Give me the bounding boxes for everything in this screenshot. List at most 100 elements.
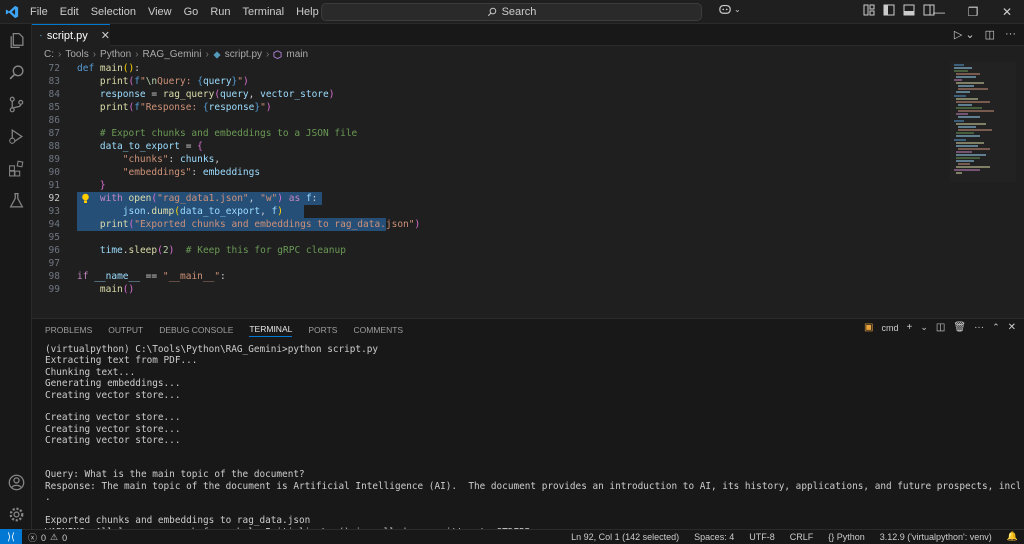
menu-bar: File Edit Selection View Go Run Terminal…: [24, 0, 325, 24]
chevron-down-icon[interactable]: ⌄: [920, 322, 928, 333]
code-text: print(f"\nQuery: {query}"): [99, 76, 249, 87]
tab-ports[interactable]: PORTS: [308, 325, 337, 335]
close-icon[interactable]: ✕: [101, 29, 110, 42]
code-text: json.dump(data_to_export, f): [122, 206, 284, 217]
code-line: 89 "chunks": chunks,: [32, 153, 950, 166]
toggle-primary-sidebar-icon[interactable]: [882, 3, 896, 17]
menu-selection[interactable]: Selection: [85, 6, 142, 18]
close-window-button[interactable]: ✕: [990, 0, 1024, 24]
breadcrumb-tools[interactable]: Tools: [65, 49, 88, 60]
breadcrumb-file[interactable]: script.py: [225, 49, 262, 60]
testing-icon[interactable]: [0, 186, 32, 214]
chevron-right-icon: ›: [266, 49, 270, 60]
code-text: main(): [99, 284, 135, 295]
code-line: 87 # Export chunks and embeddings to a J…: [32, 127, 950, 140]
end-of-line[interactable]: CRLF: [790, 532, 814, 542]
code-editor[interactable]: 72 def main(): 83 print(f"\nQuery: {query…: [32, 62, 950, 314]
split-terminal-icon[interactable]: ◫: [936, 322, 945, 333]
bottom-panel: PROBLEMS OUTPUT DEBUG CONSOLE TERMINAL P…: [32, 318, 1024, 538]
error-icon: ⓧ: [28, 533, 38, 543]
line-number: 72: [48, 63, 60, 74]
tab-script-py[interactable]: script.py ✕: [32, 24, 110, 46]
breadcrumb-rag-gemini[interactable]: RAG_Gemini: [143, 49, 202, 60]
chevron-up-icon[interactable]: ⌃: [992, 322, 1000, 333]
line-number: 87: [48, 128, 60, 139]
search-sidebar-icon[interactable]: [0, 58, 32, 86]
title-bar: File Edit Selection View Go Run Terminal…: [0, 0, 1024, 24]
line-number: 93: [48, 206, 60, 217]
breadcrumb: C: › Tools › Python › RAG_Gemini › scrip…: [44, 47, 308, 62]
code-line: 97: [32, 257, 950, 270]
menu-terminal[interactable]: Terminal: [237, 6, 291, 18]
tab-debug-console[interactable]: DEBUG CONSOLE: [159, 325, 233, 335]
code-line: 72 def main():: [32, 62, 950, 75]
error-count[interactable]: 0: [41, 533, 46, 543]
python-file-icon: [213, 50, 221, 59]
run-python-file-icon[interactable]: ▷ ⌄: [954, 28, 975, 41]
editor-scrollbar[interactable]: [1016, 62, 1024, 314]
line-number: 91: [48, 180, 60, 191]
accounts-icon[interactable]: [0, 468, 32, 496]
activity-bar: [0, 24, 32, 529]
new-terminal-icon[interactable]: +: [907, 322, 913, 333]
line-number: 92: [48, 193, 60, 204]
restore-button[interactable]: ❐: [956, 0, 990, 24]
manage-gear-icon[interactable]: [0, 500, 32, 528]
code-text: response = rag_query(query, vector_store…: [99, 89, 335, 100]
terminal-output[interactable]: (virtualpython) C:\Tools\Python\RAG_Gemi…: [45, 344, 1020, 538]
tab-comments[interactable]: COMMENTS: [353, 325, 403, 335]
command-center-search[interactable]: Search: [321, 3, 702, 21]
minimize-button[interactable]: —: [922, 0, 956, 24]
status-bar: ⟩⟨ ⓧ 0 ⚠ 0 Ln 92, Col 1 (142 selected) S…: [0, 529, 1024, 544]
notifications-bell-icon[interactable]: 🔔: [1007, 531, 1018, 542]
code-text: "embeddings": embeddings: [122, 167, 261, 178]
toggle-panel-icon[interactable]: [902, 3, 916, 17]
more-actions-icon[interactable]: ···: [1005, 28, 1016, 41]
customize-layout-icon[interactable]: [862, 3, 876, 17]
copilot-icon: [719, 4, 731, 14]
menu-help[interactable]: Help: [290, 6, 325, 18]
shell-label[interactable]: cmd: [882, 323, 899, 333]
indentation[interactable]: Spaces: 4: [694, 532, 734, 542]
tab-terminal[interactable]: TERMINAL: [249, 324, 293, 337]
line-number: 99: [48, 284, 60, 295]
source-control-icon[interactable]: [0, 90, 32, 118]
breadcrumb-python[interactable]: Python: [100, 49, 131, 60]
copilot-button[interactable]: ⌄: [718, 3, 741, 15]
menu-go[interactable]: Go: [178, 6, 205, 18]
line-number: 85: [48, 102, 60, 113]
warning-icon: ⚠: [50, 532, 59, 542]
code-line: 99 main(): [32, 283, 950, 296]
split-editor-icon[interactable]: ◫: [985, 28, 995, 41]
language-mode[interactable]: {} Python: [828, 532, 865, 542]
line-number: 95: [48, 232, 60, 243]
close-panel-icon[interactable]: ✕: [1008, 322, 1016, 333]
explorer-icon[interactable]: [0, 26, 32, 54]
panel-actions: ▣ cmd + ⌄ ◫ 🗑 ··· ⌃ ✕: [864, 322, 1016, 333]
extensions-icon[interactable]: [0, 154, 32, 182]
menu-edit[interactable]: Edit: [54, 6, 85, 18]
more-actions-icon[interactable]: ···: [974, 322, 984, 333]
tab-output[interactable]: OUTPUT: [108, 325, 143, 335]
tab-problems[interactable]: PROBLEMS: [45, 325, 92, 335]
function-symbol-icon: [273, 50, 282, 59]
run-and-debug-icon[interactable]: [0, 122, 32, 150]
python-interpreter[interactable]: 3.12.9 ('virtualpython': venv): [880, 532, 992, 542]
warning-count[interactable]: 0: [62, 533, 67, 543]
trash-icon[interactable]: 🗑: [953, 322, 966, 333]
breadcrumb-drive[interactable]: C:: [44, 49, 54, 60]
cursor-position[interactable]: Ln 92, Col 1 (142 selected): [571, 532, 679, 542]
vscode-logo-icon: [0, 0, 24, 24]
chevron-right-icon: ›: [135, 49, 139, 60]
editor-tabs: script.py ✕ ▷ ⌄ ◫ ···: [32, 24, 1024, 46]
code-text: time.sleep(2) # Keep this for gRPC clean…: [99, 245, 346, 256]
menu-run[interactable]: Run: [204, 6, 236, 18]
menu-view[interactable]: View: [142, 6, 178, 18]
minimap[interactable]: [950, 62, 1016, 314]
file-encoding[interactable]: UTF-8: [749, 532, 775, 542]
breadcrumb-symbol[interactable]: main: [286, 49, 308, 60]
code-text: with open("rag_data1.json", "w") as f:: [99, 193, 318, 204]
remote-indicator-icon[interactable]: ⟩⟨: [0, 529, 22, 544]
menu-file[interactable]: File: [24, 6, 54, 18]
code-line: 86: [32, 114, 950, 127]
